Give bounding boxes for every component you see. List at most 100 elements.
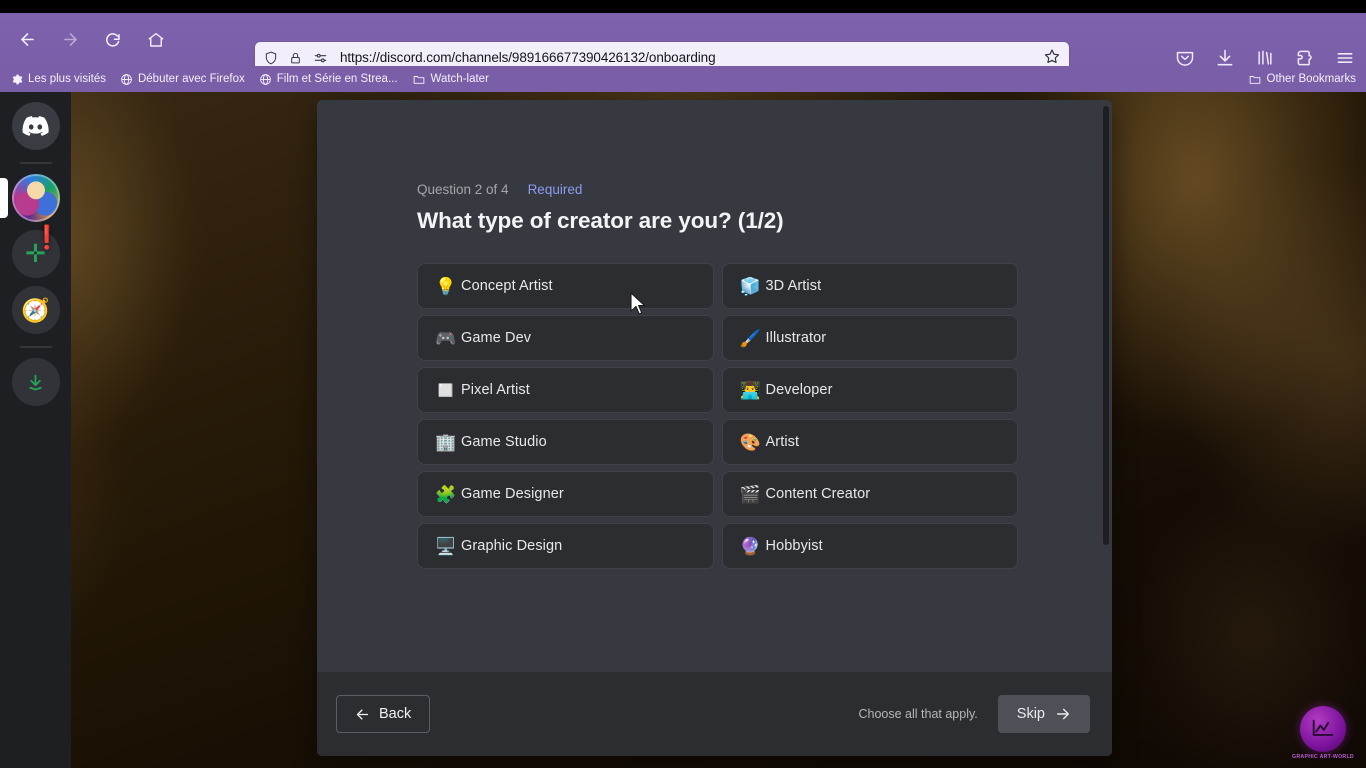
navigation-buttons — [10, 23, 173, 57]
option-hobbyist[interactable]: 🔮 Hobbyist — [721, 523, 1018, 569]
watermark: GRAPHIC ART-WORLD — [1292, 706, 1354, 760]
arrow-left-icon — [20, 33, 34, 46]
bookmark-star-icon[interactable] — [1044, 48, 1060, 68]
option-label: Hobbyist — [765, 538, 823, 554]
screen: https://discord.com/channels/98916667739… — [0, 0, 1366, 768]
scroll-fade-overlay — [317, 636, 1112, 672]
option-label: Artist — [765, 434, 800, 450]
web-page-viewport: ✛ ❗ 🧭 Question 2 of 4 Required What type… — [0, 92, 1366, 768]
reload-button[interactable] — [96, 23, 130, 57]
globe-icon — [259, 73, 271, 85]
scrollbar-thumb[interactable] — [1103, 106, 1109, 545]
option-label: Graphic Design — [461, 538, 563, 554]
option-concept-artist[interactable]: 💡 Concept Artist — [417, 263, 714, 309]
bookmark-les-plus-visites[interactable]: Les plus visités — [10, 73, 106, 86]
option-artist[interactable]: 🎨 Artist — [721, 419, 1018, 465]
artist-palette-icon: 🎨 — [739, 432, 761, 452]
other-bookmarks[interactable]: Other Bookmarks — [1248, 66, 1356, 92]
light-bulb-icon: 💡 — [435, 276, 457, 296]
bookmark-film-et-serie[interactable]: Film et Série en Strea... — [259, 73, 398, 86]
rail-download-button[interactable] — [11, 358, 60, 406]
crystal-ball-icon: 🔮 — [739, 536, 761, 556]
back-button-label: Back — [379, 706, 412, 722]
bookmark-watch-later[interactable]: Watch-later — [412, 73, 489, 86]
onboarding-footer: Back Choose all that apply. Skip — [317, 672, 1112, 756]
onboarding-body: Question 2 of 4 Required What type of cr… — [317, 100, 1112, 672]
forward-button[interactable] — [53, 23, 87, 57]
shield-icon[interactable] — [264, 50, 278, 66]
desktop-computer-icon: 🖥️ — [435, 536, 457, 556]
padlock-icon[interactable] — [289, 50, 302, 66]
option-label: Developer — [765, 382, 833, 398]
clapper-board-icon: 🎬 — [739, 484, 761, 504]
watermark-logo-icon — [1300, 706, 1346, 752]
question-title: What type of creator are you? (1/2) — [417, 208, 784, 233]
bookmark-label: Les plus visités — [28, 73, 106, 85]
discord-logo-icon — [22, 116, 49, 136]
server-avatar-icon — [11, 174, 60, 222]
onboarding-modal: Question 2 of 4 Required What type of cr… — [317, 100, 1112, 756]
rail-home-button[interactable] — [11, 102, 60, 150]
option-developer[interactable]: 👨‍💻 Developer — [721, 367, 1018, 413]
option-content-creator[interactable]: 🎬 Content Creator — [721, 471, 1018, 517]
bookmark-label: Débuter avec Firefox — [137, 73, 245, 85]
choose-all-hint: Choose all that apply. — [858, 707, 978, 721]
window-titlebar — [0, 0, 1366, 13]
bookmark-debuter-avec-firefox[interactable]: Débuter avec Firefox — [120, 73, 245, 86]
puzzle-piece-icon: 🧩 — [435, 484, 457, 504]
option-label: 3D Artist — [765, 278, 822, 294]
required-badge: Required — [527, 182, 583, 197]
question-counter: Question 2 of 4 — [417, 182, 509, 197]
browser-toolbar: https://discord.com/channels/98916667739… — [0, 13, 1366, 73]
creator-type-options: 💡 Concept Artist 🧊 3D Artist 🎮 Game Dev … — [317, 263, 1112, 569]
arrow-left-icon — [356, 708, 369, 720]
download-icon — [29, 374, 42, 390]
skip-button[interactable]: Skip — [997, 695, 1090, 733]
option-illustrator[interactable]: 🖌️ Illustrator — [721, 315, 1018, 361]
other-bookmarks-label: Other Bookmarks — [1266, 73, 1356, 85]
rail-divider — [19, 162, 52, 164]
gear-icon — [12, 74, 23, 84]
option-game-designer[interactable]: 🧩 Game Designer — [417, 471, 714, 517]
option-graphic-design[interactable]: 🖥️ Graphic Design — [417, 523, 714, 569]
home-button[interactable] — [139, 23, 173, 57]
rail-divider-2 — [19, 346, 52, 348]
office-building-icon: 🏢 — [435, 432, 457, 452]
home-icon — [148, 32, 164, 47]
bookmark-label: Film et Série en Strea... — [276, 73, 398, 85]
rail-explore-button[interactable]: 🧭 — [11, 286, 60, 334]
option-game-dev[interactable]: 🎮 Game Dev — [417, 315, 714, 361]
rail-add-server-button[interactable]: ✛ ❗ — [11, 226, 62, 278]
notification-badge: ❗ — [32, 224, 62, 250]
option-label: Content Creator — [765, 486, 871, 502]
modal-scrollbar[interactable] — [1103, 106, 1109, 616]
ice-cube-icon: 🧊 — [739, 276, 761, 296]
reload-icon — [106, 32, 120, 47]
watermark-text: GRAPHIC ART-WORLD — [1292, 754, 1354, 760]
option-label: Concept Artist — [461, 278, 553, 294]
folder-icon — [1249, 75, 1260, 84]
discord-server-rail: ✛ ❗ 🧭 — [0, 92, 71, 768]
footer-right-group: Choose all that apply. Skip — [858, 695, 1090, 733]
compass-icon: 🧭 — [21, 296, 50, 323]
active-server-pill — [0, 178, 8, 218]
option-3d-artist[interactable]: 🧊 3D Artist — [721, 263, 1018, 309]
arrow-right-icon — [1056, 708, 1070, 720]
page-permissions-icon[interactable] — [313, 51, 328, 65]
option-pixel-artist[interactable]: ◻️ Pixel Artist — [417, 367, 714, 413]
globe-icon — [121, 73, 132, 85]
option-label: Pixel Artist — [461, 382, 530, 398]
skip-button-label: Skip — [1016, 706, 1045, 722]
url-text[interactable]: https://discord.com/channels/98916667739… — [340, 50, 1038, 65]
back-button[interactable]: Back — [336, 695, 431, 733]
folder-icon — [413, 75, 424, 84]
option-label: Illustrator — [765, 330, 827, 346]
option-game-studio[interactable]: 🏢 Game Studio — [417, 419, 714, 465]
paintbrush-icon: 🖌️ — [739, 328, 761, 348]
white-square-icon: ◻️ — [435, 380, 457, 400]
back-button[interactable] — [10, 23, 44, 57]
bookmarks-toolbar: Les plus visités Débuter avec Firefox Fi… — [0, 66, 1366, 92]
rail-server-avatar[interactable] — [0, 174, 60, 222]
option-label: Game Designer — [461, 486, 564, 502]
arrow-right-icon — [63, 33, 77, 46]
